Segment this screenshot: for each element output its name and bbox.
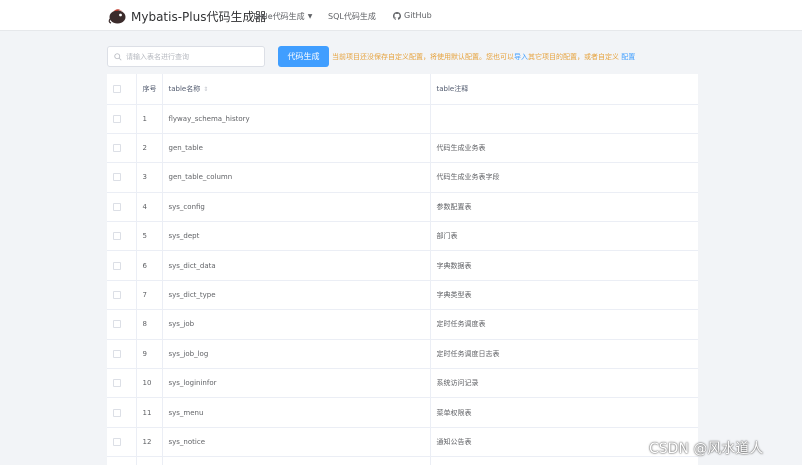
table-row[interactable]	[107, 456, 698, 465]
table-row[interactable]: 3 gen_table_column 代码生成业务表字段	[107, 162, 698, 193]
table-row[interactable]: 4 sys_config 参数配置表	[107, 192, 698, 223]
row-checkbox[interactable]	[113, 173, 121, 182]
csdn-watermark: CSDN @风水道人	[649, 441, 764, 457]
row-table-name: sys_notice	[162, 427, 431, 458]
table-row[interactable]: 6 sys_dict_data 字典数据表	[107, 250, 698, 281]
sort-icon[interactable]: ⇕	[203, 86, 208, 93]
row-checkbox[interactable]	[113, 232, 121, 241]
row-checkbox[interactable]	[113, 261, 121, 270]
row-table-comment: 字典数据表	[430, 250, 698, 281]
notice-middle: 其它项目的配置，或者自定义	[528, 53, 619, 61]
row-table-name: sys_dict_type	[162, 280, 431, 311]
row-table-name: gen_table_column	[162, 162, 431, 193]
nav-table-codegen-label: Table代码生成	[252, 12, 305, 21]
nav-sql-codegen-label: SQL代码生成	[328, 12, 376, 21]
header-index: 序号	[136, 74, 163, 105]
import-link[interactable]: 导入	[514, 53, 528, 61]
row-index: 12	[136, 427, 163, 458]
row-table-name: sys_menu	[162, 397, 431, 428]
table-body: 1 flyway_schema_history 2 gen_table 代码生成业务表…	[107, 104, 698, 465]
row-index: 5	[136, 221, 163, 252]
generate-code-button[interactable]: 代码生成	[278, 46, 329, 67]
row-index	[136, 456, 163, 465]
caret-down-icon: ▼	[307, 13, 313, 20]
row-table-comment	[430, 104, 698, 134]
row-index: 9	[136, 339, 163, 370]
row-table-name: sys_job_log	[162, 339, 431, 370]
table-row[interactable]: 8 sys_job 定时任务调度表	[107, 309, 698, 340]
row-index: 4	[136, 192, 163, 223]
row-checkbox[interactable]	[113, 379, 121, 388]
data-table: 序号 table名称 ⇕ table注释 1 flyway_schema_histo…	[107, 74, 698, 465]
row-table-comment: 代码生成业务表	[430, 133, 698, 164]
nav-table-codegen[interactable]: Table代码生成 ▼	[252, 11, 312, 22]
row-index: 10	[136, 368, 163, 399]
row-checkbox[interactable]	[113, 349, 121, 358]
search-icon	[114, 52, 122, 61]
row-table-name: sys_config	[162, 192, 431, 223]
row-table-name	[162, 456, 431, 465]
row-checkbox[interactable]	[113, 291, 121, 300]
row-table-name: sys_job	[162, 309, 431, 340]
row-checkbox[interactable]	[113, 437, 121, 446]
table-row[interactable]: 12 sys_notice 通知公告表	[107, 427, 698, 458]
table-row[interactable]: 2 gen_table 代码生成业务表	[107, 133, 698, 164]
row-checkbox[interactable]	[113, 320, 121, 329]
row-index: 1	[136, 104, 163, 134]
table-list: 序号 table名称 ⇕ table注释 1 flyway_schema_histo…	[107, 74, 698, 465]
brand-title[interactable]: Mybatis-Plus代码生成器	[131, 8, 266, 25]
table-row[interactable]: 10 sys_logininfor 系统访问记录	[107, 368, 698, 399]
search-box[interactable]	[107, 46, 265, 67]
row-table-comment: 菜单权限表	[430, 397, 698, 428]
row-table-name: sys_dept	[162, 221, 431, 252]
header-select-all	[107, 74, 137, 105]
table-header-row: 序号 table名称 ⇕ table注释	[107, 74, 698, 105]
row-table-name: flyway_schema_history	[162, 104, 431, 134]
top-navbar: Mybatis-Plus代码生成器 Table代码生成 ▼ SQL代码生成 Gi…	[0, 0, 802, 31]
row-table-name: gen_table	[162, 133, 431, 164]
row-table-comment: 部门表	[430, 221, 698, 252]
row-table-comment: 系统访问记录	[430, 368, 698, 399]
nav-sql-codegen[interactable]: SQL代码生成	[328, 11, 376, 22]
table-row[interactable]: 5 sys_dept 部门表	[107, 221, 698, 252]
header-name-label: table名称	[168, 84, 201, 93]
row-checkbox[interactable]	[113, 408, 121, 417]
row-table-comment: 字典类型表	[430, 280, 698, 311]
table-row[interactable]: 7 sys_dict_type 字典类型表	[107, 280, 698, 311]
row-table-comment: 定时任务调度表	[430, 309, 698, 340]
row-index: 6	[136, 250, 163, 281]
row-table-comment: 定时任务调度日志表	[430, 339, 698, 370]
row-table-name: sys_logininfor	[162, 368, 431, 399]
search-input[interactable]	[126, 52, 256, 61]
table-row[interactable]: 1 flyway_schema_history	[107, 104, 698, 134]
config-link[interactable]: 配置	[621, 53, 635, 61]
row-index: 2	[136, 133, 163, 164]
row-index: 11	[136, 397, 163, 428]
config-notice: 当前项目还没保存自定义配置，将使用默认配置。您也可以导入其它项目的配置，或者自定…	[332, 52, 635, 62]
table-row[interactable]: 9 sys_job_log 定时任务调度日志表	[107, 339, 698, 370]
row-checkbox[interactable]	[113, 114, 121, 123]
nav-github-label: GitHub	[404, 11, 432, 20]
header-comment: table注释	[430, 74, 698, 105]
logo-icon[interactable]	[107, 5, 128, 26]
header-name[interactable]: table名称 ⇕	[162, 74, 431, 105]
row-table-name: sys_dict_data	[162, 250, 431, 281]
toolbar: 代码生成 当前项目还没保存自定义配置，将使用默认配置。您也可以导入其它项目的配置…	[107, 46, 707, 68]
table-row[interactable]: 11 sys_menu 菜单权限表	[107, 397, 698, 428]
row-index: 7	[136, 280, 163, 311]
notice-prefix: 当前项目还没保存自定义配置，将使用默认配置。您也可以	[332, 53, 514, 61]
row-checkbox[interactable]	[113, 202, 121, 211]
row-table-comment: 代码生成业务表字段	[430, 162, 698, 193]
select-all-checkbox[interactable]	[113, 84, 121, 93]
row-table-comment: 参数配置表	[430, 192, 698, 223]
row-index: 3	[136, 162, 163, 193]
nav-github[interactable]: GitHub	[393, 11, 432, 20]
row-checkbox[interactable]	[113, 144, 121, 153]
row-index: 8	[136, 309, 163, 340]
github-icon	[393, 11, 401, 20]
